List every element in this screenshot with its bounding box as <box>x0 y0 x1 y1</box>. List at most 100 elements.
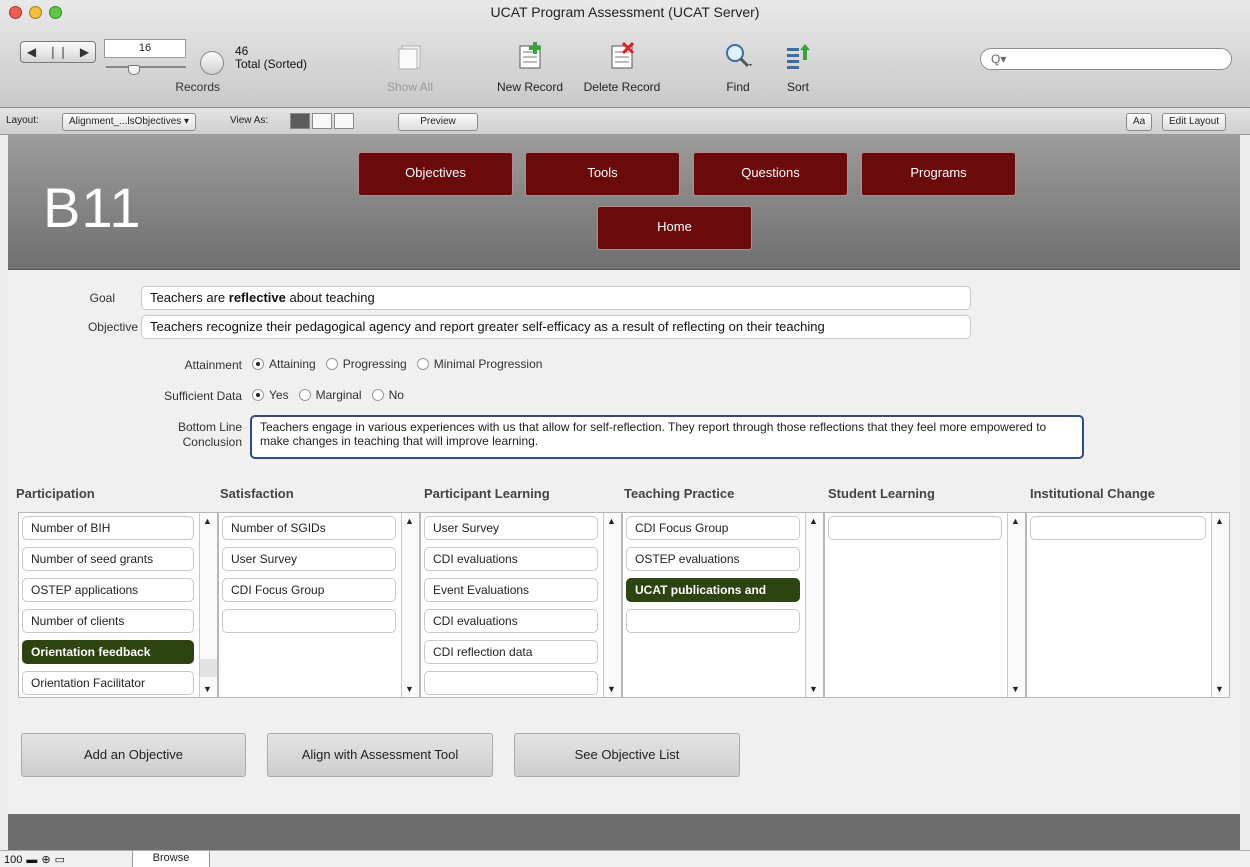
add-objective-button[interactable]: Add an Objective <box>21 733 246 777</box>
table-view-icon[interactable] <box>334 113 354 129</box>
list-item[interactable]: Number of clients <box>22 609 194 633</box>
status-controls: 100 ▬ ⊕ ▭ <box>4 853 65 867</box>
format-text-button[interactable]: Aa <box>1126 113 1153 131</box>
scroll-up-icon[interactable]: ▲ <box>607 516 616 526</box>
sufficient-option-marginal[interactable]: Marginal <box>298 388 362 402</box>
current-record-input[interactable]: 16 <box>104 39 186 58</box>
align-assessment-tool-button[interactable]: Align with Assessment Tool <box>267 733 493 777</box>
list-item[interactable]: OSTEP evaluations <box>626 547 800 571</box>
list-item-empty[interactable] <box>1030 516 1206 540</box>
scroll-up-icon[interactable]: ▲ <box>809 516 818 526</box>
list-item[interactable]: Number of SGIDs <box>222 516 396 540</box>
scroll-down-icon[interactable]: ▼ <box>607 684 616 694</box>
list-item[interactable]: Event Evaluations <box>424 578 598 602</box>
found-set-pie-icon <box>200 51 224 75</box>
scroll-up-icon[interactable]: ▲ <box>1011 516 1020 526</box>
nav-questions-button[interactable]: Questions <box>693 152 848 196</box>
see-objective-list-button[interactable]: See Objective List <box>514 733 740 777</box>
list-item-empty[interactable] <box>222 609 396 633</box>
list-item[interactable]: User Survey <box>222 547 396 571</box>
participation-portal[interactable]: Number of BIH Number of seed grants OSTE… <box>18 512 218 698</box>
participant-learning-portal[interactable]: User Survey CDI evaluations Event Evalua… <box>420 512 622 698</box>
list-item[interactable]: Number of seed grants <box>22 547 194 571</box>
goal-text-prefix: Teachers are <box>150 290 229 305</box>
magnifier-icon <box>726 44 752 68</box>
sort-button[interactable]: Sort <box>780 40 816 94</box>
mode-indicator[interactable]: Browse <box>132 851 210 867</box>
form-view-icon[interactable] <box>290 113 310 129</box>
list-item-selected[interactable]: Orientation feedback <box>22 640 194 664</box>
teaching-practice-portal[interactable]: CDI Focus Group OSTEP evaluations UCAT p… <box>622 512 824 698</box>
scroll-up-icon[interactable]: ▲ <box>1215 516 1224 526</box>
attainment-option-attaining[interactable]: Attaining <box>252 357 316 371</box>
sufficient-data-radio-group: Yes Marginal No <box>252 388 404 402</box>
scroll-thumb[interactable] <box>200 659 217 677</box>
portal-scrollbar[interactable]: ▲ ▼ <box>603 513 621 697</box>
bottom-line-conclusion-field[interactable]: Teachers engage in various experiences w… <box>250 415 1084 459</box>
quick-find-search-input[interactable]: Q▾ <box>980 48 1232 70</box>
edit-layout-button[interactable]: Edit Layout <box>1162 113 1227 131</box>
previous-record-icon[interactable]: ◀ <box>27 45 36 59</box>
zoom-level[interactable]: 100 <box>4 854 22 866</box>
nav-home-button[interactable]: Home <box>597 206 752 250</box>
radio-unchecked-icon <box>371 389 384 401</box>
nav-programs-button[interactable]: Programs <box>861 152 1016 196</box>
scroll-down-icon[interactable]: ▼ <box>1011 684 1020 694</box>
goal-field[interactable]: Teachers are reflective about teaching <box>141 286 971 310</box>
list-item[interactable]: Number of BIH <box>22 516 194 540</box>
new-record-button[interactable]: New Record <box>490 40 570 94</box>
sufficient-option-no[interactable]: No <box>371 388 404 402</box>
institutional-change-portal[interactable]: ▲ ▼ <box>1026 512 1230 698</box>
list-item-empty[interactable] <box>828 516 1002 540</box>
radio-checked-icon <box>252 358 264 370</box>
list-item[interactable]: CDI evaluations <box>424 609 598 633</box>
satisfaction-portal[interactable]: Number of SGIDs User Survey CDI Focus Gr… <box>218 512 420 698</box>
portal-scrollbar[interactable]: ▲ ▼ <box>401 513 419 697</box>
list-item[interactable]: User Survey <box>424 516 598 540</box>
list-item-empty[interactable] <box>424 671 598 695</box>
nav-objectives-button[interactable]: Objectives <box>358 152 513 196</box>
institutional-change-heading: Institutional Change <box>1030 486 1155 501</box>
list-item[interactable]: OSTEP applications <box>22 578 194 602</box>
portal-scrollbar[interactable]: ▲ ▼ <box>1211 513 1229 697</box>
zoom-out-icon[interactable]: ▬ <box>26 854 37 866</box>
book-icon: ❘❘ <box>47 45 69 59</box>
layout-dropdown[interactable]: Alignment_...lsObjectives ▾ <box>62 113 197 131</box>
list-item[interactable]: CDI evaluations <box>424 547 598 571</box>
record-slider[interactable] <box>106 65 186 75</box>
scroll-down-icon[interactable]: ▼ <box>809 684 818 694</box>
participation-heading: Participation <box>16 486 95 501</box>
list-item-selected[interactable]: UCAT publications and <box>626 578 800 602</box>
portal-scrollbar[interactable]: ▲ ▼ <box>805 513 823 697</box>
find-button[interactable]: Find <box>718 40 758 94</box>
delete-record-button[interactable]: Delete Record <box>574 40 670 94</box>
next-record-icon[interactable]: ▶ <box>80 45 89 59</box>
scroll-down-icon[interactable]: ▼ <box>1215 684 1224 694</box>
sufficient-option-yes[interactable]: Yes <box>252 388 289 402</box>
objective-field[interactable]: Teachers recognize their pedagogical age… <box>141 315 971 339</box>
radio-unchecked-icon <box>416 358 429 370</box>
attainment-option-minimal[interactable]: Minimal Progression <box>416 357 542 371</box>
list-item-empty[interactable] <box>626 609 800 633</box>
toggle-toolbar-icon[interactable]: ▭ <box>55 853 65 866</box>
portal-scrollbar[interactable]: ▲ ▼ <box>1007 513 1025 697</box>
show-all-button[interactable]: Show All <box>380 40 440 94</box>
student-learning-portal[interactable]: ▲ ▼ <box>824 512 1026 698</box>
attainment-option-progressing[interactable]: Progressing <box>325 357 407 371</box>
scroll-down-icon[interactable]: ▼ <box>405 684 414 694</box>
list-item[interactable]: CDI Focus Group <box>222 578 396 602</box>
scroll-up-icon[interactable]: ▲ <box>203 516 212 526</box>
list-item[interactable]: CDI Focus Group <box>626 516 800 540</box>
record-navigator[interactable]: ◀ ❘❘ ▶ <box>20 41 96 63</box>
preview-button[interactable]: Preview <box>398 113 478 131</box>
goal-text-bold: reflective <box>228 290 286 305</box>
list-item[interactable]: CDI reflection data <box>424 640 598 664</box>
scroll-up-icon[interactable]: ▲ <box>405 516 414 526</box>
scroll-down-icon[interactable]: ▼ <box>203 684 212 694</box>
view-as-label: View As: <box>230 115 269 126</box>
list-item[interactable]: Orientation Facilitator <box>22 671 194 695</box>
portal-scrollbar[interactable]: ▲ ▼ <box>199 513 217 697</box>
zoom-in-icon[interactable]: ⊕ <box>41 853 50 866</box>
nav-tools-button[interactable]: Tools <box>525 152 680 196</box>
list-view-icon[interactable] <box>312 113 332 129</box>
